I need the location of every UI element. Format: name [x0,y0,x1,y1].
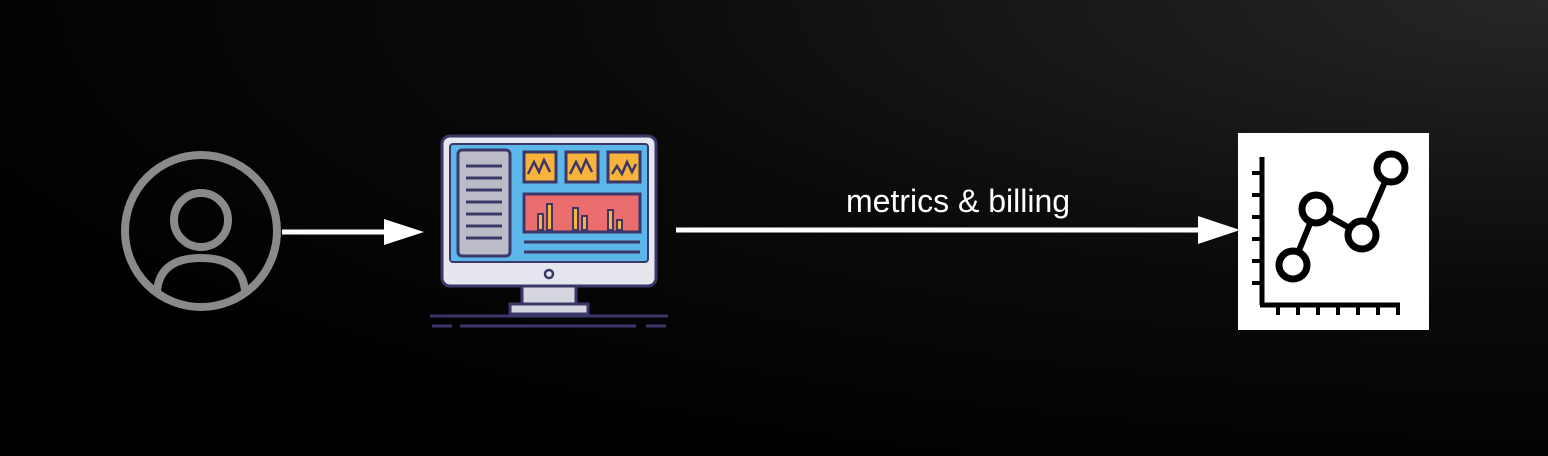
user-node [120,150,282,312]
user-circle-icon [121,151,281,311]
line-chart-icon [1252,150,1409,315]
edge-label-metrics-billing: metrics & billing [846,183,1071,219]
application-node [430,132,670,332]
metrics-node [1238,133,1429,330]
arrow-user-to-application [282,217,430,247]
monitor-dashboard-icon [430,134,668,328]
